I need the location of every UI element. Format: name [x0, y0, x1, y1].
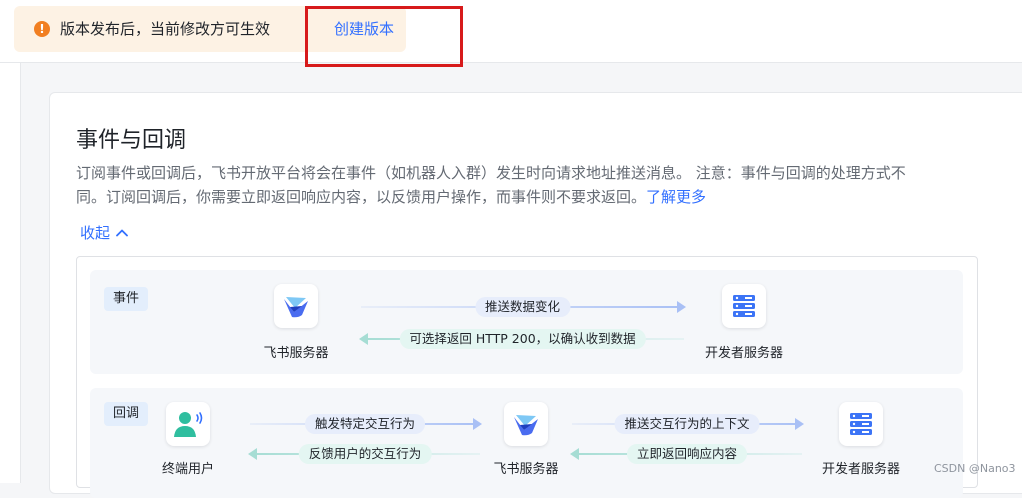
arrow-return-http-200: 可选择返回 HTTP 200，以确认收到数据	[359, 329, 684, 349]
developer-server-label-callback: 开发者服务器	[821, 462, 901, 477]
end-user-node	[166, 402, 210, 446]
learn-more-link[interactable]: 了解更多	[646, 188, 706, 206]
feishu-server-node-callback	[504, 402, 548, 446]
server-icon	[850, 413, 872, 435]
end-user-label: 终端用户	[161, 462, 215, 477]
arrow-return-response: 立即返回响应内容	[570, 444, 802, 464]
developer-server-label: 开发者服务器	[704, 346, 784, 361]
collapse-label: 收起	[80, 224, 111, 242]
page-title: 事件与回调	[76, 128, 187, 153]
watermark: CSDN @Nano3	[934, 462, 1016, 475]
feishu-server-label-callback: 飞书服务器	[493, 462, 559, 477]
feishu-server-node	[274, 284, 318, 328]
section-description: 订阅事件或回调后，飞书开放平台将会在事件（如机器人入群）发生时向请求地址推送消息…	[76, 161, 976, 209]
return-http-200-label: 可选择返回 HTTP 200，以确认收到数据	[399, 329, 646, 349]
developer-server-node	[722, 284, 766, 328]
developer-server-node-callback	[839, 402, 883, 446]
feishu-logo-icon	[514, 415, 538, 436]
user-icon	[174, 412, 203, 437]
left-sidebar-edge	[0, 63, 21, 483]
notice-text: 版本发布后，当前修改方可生效	[60, 20, 271, 38]
arrow-feedback-interaction: 反馈用户的交互行为	[248, 444, 480, 464]
return-response-label: 立即返回响应内容	[626, 444, 748, 464]
push-context-label: 推送交互行为的上下文	[614, 414, 760, 434]
feishu-logo-icon	[284, 297, 308, 318]
collapse-toggle[interactable]: 收起	[80, 222, 129, 243]
annotation-highlight-box	[305, 6, 463, 67]
feishu-server-label: 飞书服务器	[263, 346, 329, 361]
event-panel: 事件 飞书服务器 推送数据变化 可选择返回 HTTP 200，以确认收到数据 开…	[90, 270, 963, 374]
callback-panel: 回调 终端用户 触发特定交互行为 反馈用户的交互行为 飞书服务器 推送交互行为的…	[90, 388, 963, 498]
arrow-push-context: 推送交互行为的上下文	[572, 414, 804, 434]
server-icon	[733, 295, 755, 317]
description-line-2-text: 同。订阅回调后，你需要立即返回响应内容，以反馈用户操作，而事件则不要求返回。	[76, 188, 647, 206]
flow-diagram: 事件 飞书服务器 推送数据变化 可选择返回 HTTP 200，以确认收到数据 开…	[76, 256, 978, 498]
callback-tag: 回调	[104, 402, 149, 426]
event-tag: 事件	[104, 287, 149, 311]
arrow-push-data-change: 推送数据变化	[361, 297, 686, 317]
description-line-2: 同。订阅回调后，你需要立即返回响应内容，以反馈用户操作，而事件则不要求返回。了解…	[76, 185, 976, 209]
warning-icon: !	[34, 21, 50, 37]
push-data-change-label: 推送数据变化	[474, 297, 571, 317]
description-line-1: 订阅事件或回调后，飞书开放平台将会在事件（如机器人入群）发生时向请求地址推送消息…	[76, 164, 906, 182]
trigger-interaction-label: 触发特定交互行为	[304, 414, 426, 434]
chevron-up-icon	[116, 229, 128, 236]
feedback-interaction-label: 反馈用户的交互行为	[298, 444, 432, 464]
arrow-trigger-interaction: 触发特定交互行为	[250, 414, 482, 434]
